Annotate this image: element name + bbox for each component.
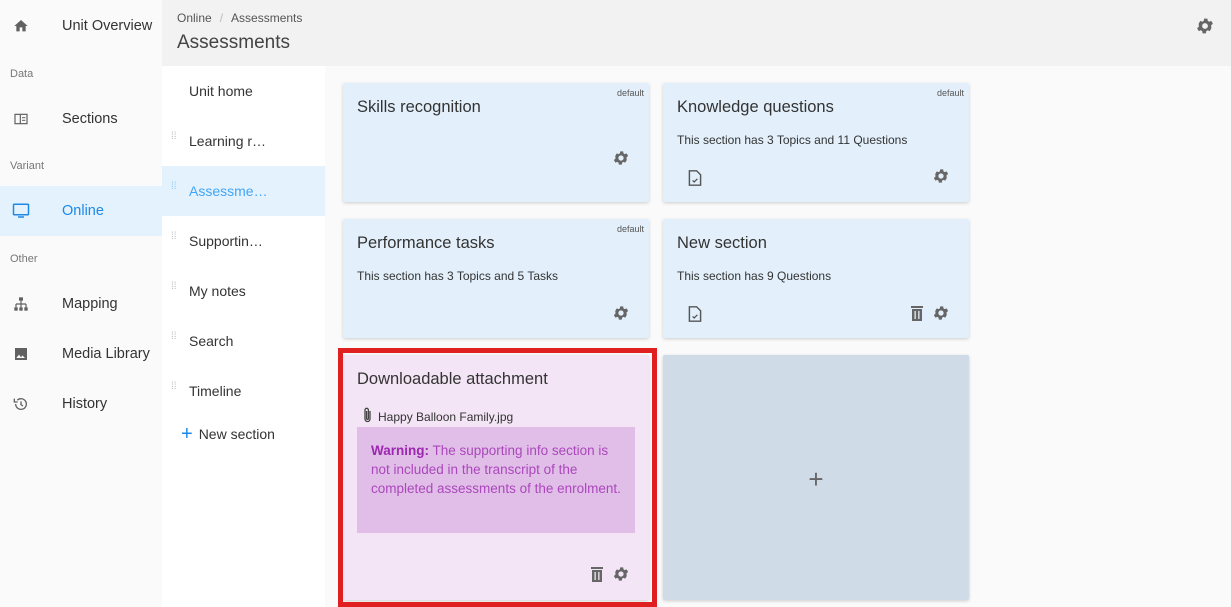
subnav-label: Learning r… xyxy=(189,133,267,149)
page-title: Assessments xyxy=(177,32,290,53)
attachment-filename: Happy Balloon Family.jpg xyxy=(378,409,514,424)
page-header: Online / Assessments Assessments xyxy=(162,0,1231,66)
drag-handle-icon[interactable]: ⁞⁞ xyxy=(171,132,181,147)
nav-item-history[interactable]: History xyxy=(0,379,162,429)
card-description: This section has 3 Topics and 5 Tasks xyxy=(357,269,558,283)
default-badge: default xyxy=(936,88,964,98)
subnav-label: Supportin… xyxy=(189,233,263,249)
gear-icon[interactable] xyxy=(932,167,950,185)
nav-item-sections[interactable]: Sections xyxy=(0,94,162,144)
subnav-item-learning[interactable]: ⁞⁞ Learning r… xyxy=(162,116,325,166)
nav-label: History xyxy=(62,396,108,412)
subnav-item-supporting[interactable]: ⁞⁞ Supportin… xyxy=(162,216,325,266)
section-card-skills-recognition[interactable]: Skills recognition default xyxy=(343,83,649,202)
subnav-item-timeline[interactable]: ⁞⁞ Timeline xyxy=(162,366,325,416)
card-title: Performance tasks xyxy=(357,234,495,252)
plus-icon: + xyxy=(808,463,824,494)
gear-icon[interactable] xyxy=(612,565,630,583)
nav-group-other: Other xyxy=(10,253,38,265)
nav-group-variant: Variant xyxy=(10,160,45,172)
nav-label: Mapping xyxy=(62,296,118,312)
paperclip-icon xyxy=(362,407,374,426)
drag-handle-icon[interactable]: ⁞⁞ xyxy=(171,232,181,247)
monitor-icon xyxy=(11,201,31,221)
left-nav: Unit Overview Data Sections Variant Onli… xyxy=(0,0,162,607)
subnav-item-my-notes[interactable]: ⁞⁞ My notes xyxy=(162,266,325,316)
content-area: Skills recognition default Knowledge que… xyxy=(325,66,1231,607)
quiz-document-icon[interactable] xyxy=(687,305,703,323)
gear-icon[interactable] xyxy=(612,304,630,322)
breadcrumb-separator: / xyxy=(219,11,224,25)
drag-handle-icon[interactable]: ⁞⁞ xyxy=(171,182,181,197)
subnav-label: Assessme… xyxy=(189,183,268,199)
nav-item-unit-overview[interactable]: Unit Overview xyxy=(0,1,162,51)
card-title: Downloadable attachment xyxy=(357,370,548,388)
add-section-card[interactable]: + xyxy=(663,355,969,600)
section-card-downloadable-attachment[interactable]: Downloadable attachment Happy Balloon Fa… xyxy=(343,355,649,600)
card-title: Knowledge questions xyxy=(677,98,834,116)
breadcrumb-assessments: Assessments xyxy=(231,11,303,25)
card-title: New section xyxy=(677,234,767,252)
warning-box: Warning: The supporting info section is … xyxy=(357,427,635,533)
breadcrumb-online[interactable]: Online xyxy=(177,11,212,25)
subnav-label: Timeline xyxy=(189,383,242,399)
trash-icon[interactable] xyxy=(590,566,604,582)
trash-icon[interactable] xyxy=(910,305,924,321)
attachment-link[interactable]: Happy Balloon Family.jpg xyxy=(362,407,513,426)
drag-handle-icon[interactable]: ⁞⁞ xyxy=(171,282,181,297)
nav-label: Unit Overview xyxy=(62,18,153,34)
plus-icon: + xyxy=(181,423,193,445)
subnav-label: My notes xyxy=(189,283,246,299)
image-icon xyxy=(11,344,31,364)
subnav-label: Unit home xyxy=(189,83,253,99)
nav-label: Online xyxy=(62,203,104,219)
gear-icon[interactable] xyxy=(932,304,950,322)
new-section-label: New section xyxy=(198,426,275,442)
nav-item-mapping[interactable]: Mapping xyxy=(0,279,162,329)
section-nav: Unit home ⁞⁞ Learning r… ⁞⁞ Assessme… ⁞⁞… xyxy=(162,66,325,607)
breadcrumb: Online / Assessments xyxy=(177,11,302,25)
subnav-item-unit-home[interactable]: Unit home xyxy=(162,66,325,116)
sections-icon xyxy=(11,109,31,129)
warning-label: Warning: xyxy=(371,443,429,458)
gear-icon[interactable] xyxy=(612,149,630,167)
drag-handle-icon[interactable]: ⁞⁞ xyxy=(171,382,181,397)
nav-label: Media Library xyxy=(62,346,150,362)
section-card-new-section[interactable]: New section This section has 9 Questions xyxy=(663,219,969,338)
drag-handle-icon[interactable]: ⁞⁞ xyxy=(171,332,181,347)
new-section-button[interactable]: + New section xyxy=(181,423,275,445)
section-card-knowledge-questions[interactable]: Knowledge questions default This section… xyxy=(663,83,969,202)
quiz-document-icon[interactable] xyxy=(687,169,703,187)
default-badge: default xyxy=(616,224,644,234)
card-description: This section has 9 Questions xyxy=(677,269,832,283)
nav-label: Sections xyxy=(62,111,118,127)
nav-item-online[interactable]: Online xyxy=(0,186,162,236)
default-badge: default xyxy=(616,88,644,98)
history-icon xyxy=(11,394,31,414)
subnav-label: Search xyxy=(189,333,234,349)
nav-group-data: Data xyxy=(10,68,34,80)
card-description: This section has 3 Topics and 11 Questio… xyxy=(677,133,908,147)
sitemap-icon xyxy=(11,294,31,314)
card-title: Skills recognition xyxy=(357,98,481,116)
home-icon xyxy=(11,16,31,36)
subnav-item-search[interactable]: ⁞⁞ Search xyxy=(162,316,325,366)
nav-item-media-library[interactable]: Media Library xyxy=(0,329,162,379)
settings-gear-icon[interactable] xyxy=(1195,16,1215,36)
section-card-performance-tasks[interactable]: Performance tasks default This section h… xyxy=(343,219,649,338)
subnav-item-assessments[interactable]: ⁞⁞ Assessme… xyxy=(162,166,325,216)
